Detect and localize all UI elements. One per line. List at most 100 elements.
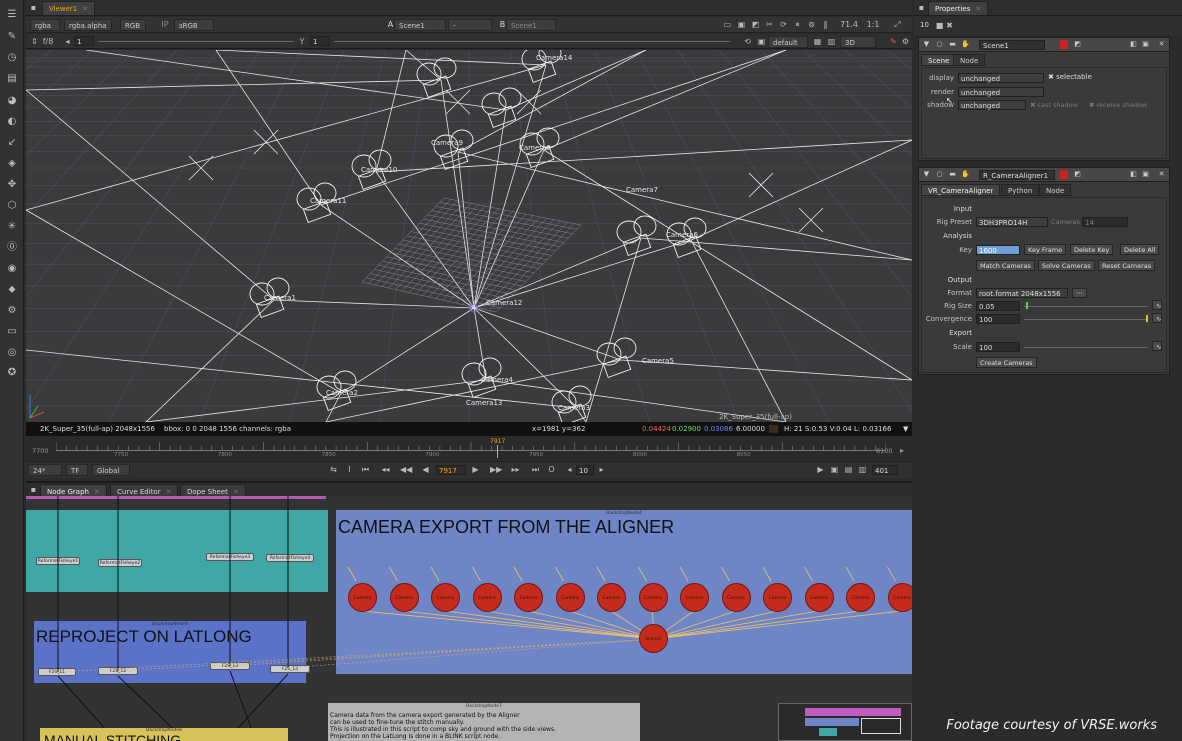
camera-node[interactable]: Camera: [389, 583, 419, 612]
gain-field[interactable]: 1: [74, 36, 94, 46]
close-icon[interactable]: ✕: [82, 5, 88, 13]
3d-cube-icon[interactable]: ⬡: [5, 199, 19, 212]
help-icon[interactable]: ○: [935, 40, 944, 49]
float-icon[interactable]: ◧: [1129, 170, 1138, 179]
delete-all-button[interactable]: Delete All: [1120, 244, 1160, 255]
viewer-3d-viewport[interactable]: Camera1 Camera2 Camera3 Camera4 Camera5 Camer…: [26, 50, 912, 422]
render-icon[interactable]: ▣: [829, 464, 840, 475]
skip-back-icon[interactable]: ◂: [564, 464, 575, 475]
camera-node[interactable]: Camera: [721, 583, 751, 612]
rig-size-field[interactable]: 0.05: [976, 301, 1020, 311]
grid-icon[interactable]: ▦: [812, 36, 823, 47]
camera-glyph[interactable]: [616, 215, 657, 257]
rig-size-slider[interactable]: [1024, 306, 1148, 307]
tab-vr-camera-aligner[interactable]: VR_CameraAligner: [921, 184, 1001, 196]
convergence-handle[interactable]: [1146, 315, 1148, 322]
gamma-slider[interactable]: [334, 41, 730, 42]
camera-node[interactable]: Camera: [348, 583, 377, 612]
input-a-select[interactable]: Scene1: [394, 19, 446, 31]
close-icon[interactable]: ✕: [1157, 170, 1166, 179]
zoom-level[interactable]: 71.4: [838, 19, 860, 30]
camera-node[interactable]: Camera: [804, 583, 834, 612]
display-select[interactable]: unchanged: [958, 73, 1044, 83]
node-hand-icon[interactable]: ✋: [961, 170, 970, 179]
close-icon[interactable]: ✕: [166, 488, 172, 496]
play-backward-icon[interactable]: ◀◀: [400, 464, 412, 475]
node-hand-icon[interactable]: ✋: [961, 40, 970, 49]
fps-select[interactable]: 24*: [28, 464, 62, 476]
prev-keyframe-icon[interactable]: ◂◂: [380, 464, 391, 475]
scene-node[interactable]: Scene1: [639, 624, 668, 653]
tf-select[interactable]: TF: [66, 464, 88, 476]
match-cameras-button[interactable]: Match Cameras: [976, 260, 1035, 271]
gain-icon[interactable]: ⇕: [29, 36, 40, 47]
pane-menu-icon[interactable]: ▪: [28, 2, 39, 13]
camera-node[interactable]: Camera: [597, 583, 626, 612]
ip-button[interactable]: IP: [158, 19, 172, 30]
wipe-icon[interactable]: ◩: [750, 19, 761, 30]
clear-panels-icon[interactable]: ✖: [944, 20, 955, 31]
camera-node[interactable]: Camera: [763, 583, 792, 612]
step-forward-icon[interactable]: ▶▶: [490, 464, 502, 475]
fullscreen-icon[interactable]: ⤢: [892, 19, 903, 30]
view-node-icon[interactable]: ▬: [948, 170, 957, 179]
close-icon[interactable]: ✕: [975, 5, 981, 13]
nuke-logo-icon[interactable]: ✪: [5, 366, 19, 379]
receive-shadow-checkbox[interactable]: ✖ receive shadow: [1089, 101, 1147, 109]
pane-menu-icon[interactable]: ▪: [916, 2, 927, 13]
pane-menu-icon[interactable]: ▪: [28, 484, 39, 495]
colorspace-select[interactable]: RGB: [120, 19, 146, 31]
current-frame-field[interactable]: 7917: [436, 465, 466, 475]
camera-node[interactable]: Camera: [638, 583, 668, 612]
input-b-select[interactable]: Scene1: [506, 19, 556, 31]
clip-icon[interactable]: ✂: [764, 19, 775, 30]
time-icon[interactable]: ◷: [5, 51, 19, 64]
tab-properties[interactable]: Properties ✕: [928, 1, 989, 15]
tab-node[interactable]: Node: [953, 54, 986, 66]
help-icon[interactable]: ○: [935, 170, 944, 179]
sync-icon[interactable]: ⟲: [742, 36, 753, 47]
ocio-icon[interactable]: ◎: [5, 346, 19, 359]
tab-scene[interactable]: Scene: [921, 54, 957, 66]
lock-icon[interactable]: ▥: [826, 36, 837, 47]
roi-icon[interactable]: ▭: [722, 19, 733, 30]
close-icon[interactable]: ✕: [94, 488, 100, 496]
timeline[interactable]: 7700 7750 7800 7850 7900 7950 8000 8050 …: [26, 436, 912, 460]
backdrop-manual[interactable]: BackdropNode8 MANUAL STITCHING: [40, 728, 288, 741]
merge-icon[interactable]: ◈: [5, 157, 19, 170]
lut-select[interactable]: sRGB: [174, 19, 214, 31]
close-icon[interactable]: ✕: [233, 488, 239, 496]
particles-icon[interactable]: ✳: [5, 220, 19, 233]
view-node-icon[interactable]: ▬: [948, 40, 957, 49]
selectable-checkbox[interactable]: ✖ selectable: [1048, 73, 1092, 81]
timeline-playhead[interactable]: [497, 445, 498, 458]
curve-icon[interactable]: ∿: [1152, 313, 1162, 323]
panel-node-name[interactable]: R_CameraAligner1: [979, 170, 1055, 180]
tab-viewer1[interactable]: Viewer1 ✕: [42, 1, 96, 15]
display-select[interactable]: default: [768, 36, 808, 48]
format-select[interactable]: root.format 2048x1556: [976, 288, 1068, 298]
camera-node[interactable]: Camera: [555, 583, 585, 612]
gamma-field[interactable]: 1: [310, 36, 330, 46]
range-icon[interactable]: ▥: [857, 464, 868, 475]
close-icon[interactable]: ✕: [1157, 40, 1166, 49]
timeline-current-marker[interactable]: 7917: [490, 438, 505, 445]
viewer-settings-icon[interactable]: ⚙: [900, 36, 911, 47]
filter-icon[interactable]: ◐: [5, 115, 19, 128]
next-keyframe-icon[interactable]: ▸▸: [510, 464, 521, 475]
cast-shadow-checkbox[interactable]: ✖ cast shadow: [1030, 101, 1078, 109]
gamut-icon[interactable]: ⊚: [806, 19, 817, 30]
color-wheel-icon[interactable]: ◕: [5, 94, 19, 107]
refresh-icon[interactable]: ⟳: [778, 19, 789, 30]
out-point-icon[interactable]: O: [546, 464, 557, 475]
camera-node[interactable]: Camera: [472, 583, 502, 612]
format-edit-button[interactable]: ⋯: [1072, 288, 1087, 298]
float-icon[interactable]: ◧: [1129, 40, 1138, 49]
scale-field[interactable]: 100: [976, 342, 1020, 352]
undo-icon[interactable]: ◩: [1073, 170, 1082, 179]
lock-range-icon[interactable]: ▤: [843, 464, 854, 475]
bounce-icon[interactable]: ⇆: [328, 464, 339, 475]
paint-brush-icon[interactable]: ✎: [5, 30, 19, 43]
status-menu-icon[interactable]: ▼: [903, 422, 908, 436]
max-panels-field[interactable]: 10: [918, 20, 932, 30]
